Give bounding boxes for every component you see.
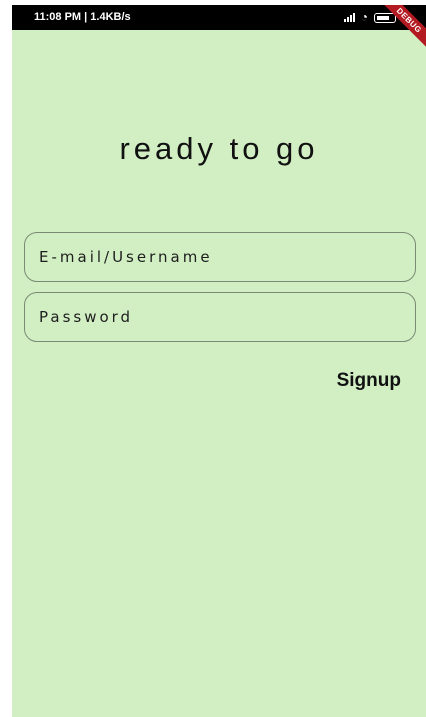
signal-icon: [343, 13, 355, 22]
app-screen: 11:08 PM | 1.4KB/s ◔ DEBUG ready to go S…: [12, 5, 426, 717]
email-username-field[interactable]: [24, 232, 416, 282]
status-left-text: 11:08 PM | 1.4KB/s: [34, 11, 131, 23]
password-field[interactable]: [24, 292, 416, 342]
signup-button[interactable]: Signup: [337, 370, 401, 392]
page-title: ready to go: [119, 131, 319, 166]
status-bar: 11:08 PM | 1.4KB/s ◔ DEBUG: [12, 5, 426, 55]
wifi-icon: ◔: [360, 10, 368, 24]
page: 11:08 PM | 1.4KB/s ◔ DEBUG ready to go S…: [0, 0, 426, 717]
